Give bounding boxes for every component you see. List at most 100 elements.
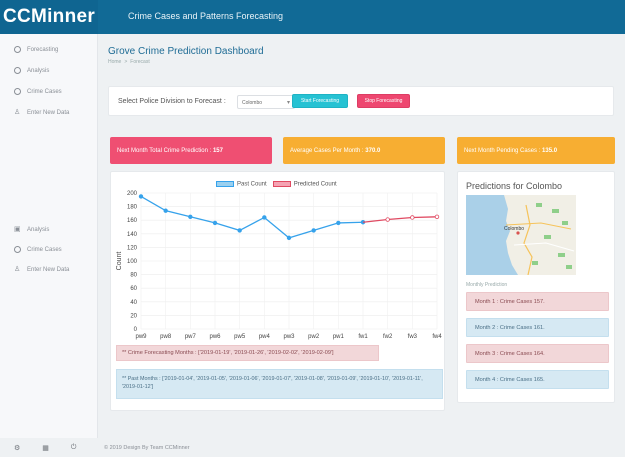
sidebar-item-label: Enter New Data	[27, 266, 70, 273]
app-title: Crime Cases and Patterns Forecasting	[128, 11, 284, 21]
data-point-predicted	[385, 217, 390, 222]
y-tick-label: 160	[127, 218, 138, 224]
start-forecasting-button[interactable]: Start Forecasting	[292, 94, 348, 108]
clock-icon	[14, 46, 21, 53]
y-tick-label: 140	[127, 232, 138, 238]
y-axis-title: Count	[116, 252, 123, 271]
monthly-prediction-label: Monthly Prediction	[466, 282, 508, 288]
footer	[0, 438, 625, 457]
x-tick-label: pw7	[185, 334, 197, 340]
y-tick-label: 180	[127, 205, 138, 211]
sidebar-item-label: Crime Cases	[27, 246, 62, 253]
x-tick-label: fw3	[408, 334, 418, 340]
x-tick-label: fw2	[383, 334, 393, 340]
stat-label: Average Cases Per Month :	[290, 147, 364, 154]
sidebar: Forecasting Analysis Crime Cases ♙ Enter…	[0, 34, 98, 438]
logo-text: CCMinner	[2, 6, 96, 27]
stat-pending-cases: Next Month Pending Cases : 135.0	[457, 137, 615, 164]
data-point-past	[163, 208, 168, 213]
x-tick-label: fw1	[358, 334, 368, 340]
user-add-icon: ♙	[14, 266, 21, 273]
x-tick-label: pw1	[333, 334, 345, 340]
clock-icon	[14, 67, 21, 74]
series-line-predicted	[362, 216, 438, 223]
y-tick-label: 60	[130, 286, 137, 292]
y-tick-label: 100	[127, 259, 138, 265]
x-tick-label: pw4	[259, 334, 271, 340]
clock-icon	[14, 246, 21, 253]
sidebar-item-label: Analysis	[27, 226, 50, 233]
x-tick-label: fw4	[432, 334, 442, 340]
stop-forecasting-button[interactable]: Stop Forecasting	[357, 94, 410, 108]
month-prediction-2: Month 2 : Crime Cases 161.	[466, 318, 609, 337]
predictions-title: Predictions for Colombo	[466, 181, 563, 191]
month-prediction-4: Month 4 : Crime Cases 165.	[466, 370, 609, 389]
sidebar-item-forecasting[interactable]: Forecasting	[14, 46, 58, 53]
sidebar-item-label: Analysis	[27, 67, 50, 74]
footer-icons: ⚙ ▦ ⏻	[14, 444, 76, 452]
chart-legend: Past Count Predicted Count	[216, 181, 337, 188]
forecast-line-chart: 0 20 40 60 80 100 120 140 160 180 200 pw9 pw8 pw7 pw6 p…	[116, 191, 442, 340]
breadcrumb-current: Forecast	[130, 59, 150, 65]
forecast-months-note: ** Crime Forecasting Months : ['2019-01-…	[116, 345, 379, 361]
top-bar: CCMinner Crime Cases and Patterns Foreca…	[0, 0, 625, 34]
data-point-predicted	[434, 214, 440, 219]
map-city-label: Colombo	[504, 226, 525, 232]
app-logo[interactable]: CCMinner	[0, 0, 98, 34]
x-tick-label: pw9	[135, 334, 147, 340]
clock-icon	[14, 88, 21, 95]
month-prediction-1: Month 1 : Crime Cases 157.	[466, 292, 609, 311]
stat-value: 157	[212, 147, 223, 154]
grid-icon[interactable]: ▦	[42, 444, 49, 452]
sidebar-item-enter-new-data-2[interactable]: ♙ Enter New Data	[14, 266, 69, 273]
x-tick-label: pw5	[234, 334, 246, 340]
month-prediction-3: Month 3 : Crime Cases 164.	[466, 344, 609, 363]
data-point-predicted	[410, 215, 415, 220]
footer-copyright: © 2019 Design By Team CCMinner	[104, 445, 190, 451]
chevron-down-icon: ▾	[286, 100, 290, 106]
x-tick-label: pw2	[308, 334, 320, 340]
user-add-icon: ♙	[14, 109, 21, 116]
stat-label: Next Month Pending Cases :	[464, 147, 541, 154]
legend-item-past[interactable]: Past Count	[216, 181, 267, 188]
division-select-value: Colombo	[242, 100, 263, 106]
stat-label: Next Month Total Crime Prediction :	[117, 147, 212, 154]
division-select[interactable]: Colombo ▾	[237, 95, 295, 109]
settings-icon[interactable]: ⚙	[14, 444, 20, 452]
stat-total-prediction: Next Month Total Crime Prediction : 157	[110, 137, 272, 164]
y-tick-label: 0	[134, 327, 138, 333]
stat-average-cases: Average Cases Per Month : 370.0	[283, 137, 445, 164]
data-point-past	[188, 214, 193, 219]
data-point-past	[237, 228, 242, 233]
past-months-note: ** Past Months : ['2019-01-04', '2019-01…	[116, 369, 443, 399]
data-point-past	[138, 194, 144, 199]
series-line-past	[140, 195, 364, 239]
legend-label: Past Count	[237, 181, 267, 188]
y-tick-label: 20	[130, 313, 137, 319]
data-point-past	[212, 220, 218, 226]
data-point-past	[262, 215, 267, 220]
division-select-panel: Select Police Division to Forecast : Col…	[108, 86, 614, 116]
x-tick-label: pw8	[160, 334, 172, 340]
page-title: Grove Crime Prediction Dashboard	[108, 46, 264, 57]
sidebar-item-analysis[interactable]: Analysis	[14, 67, 49, 74]
data-point-past	[286, 235, 292, 241]
sidebar-item-crime-cases[interactable]: Crime Cases	[14, 88, 62, 95]
data-point-past	[311, 228, 316, 233]
y-tick-label: 120	[127, 245, 138, 251]
stat-value: 370.0	[365, 147, 381, 154]
legend-item-predicted[interactable]: Predicted Count	[272, 181, 337, 188]
sidebar-item-crime-cases-2[interactable]: Crime Cases	[14, 246, 62, 253]
sidebar-item-label: Crime Cases	[27, 88, 62, 95]
x-tick-label: pw6	[209, 334, 221, 340]
sidebar-item-analysis-2[interactable]: ▣ Analysis	[14, 226, 49, 233]
y-tick-label: 80	[130, 273, 137, 279]
y-tick-label: 40	[130, 300, 137, 306]
breadcrumb-home[interactable]: Home	[108, 59, 121, 65]
forecast-chart-panel: 0 20 40 60 80 100 120 140 160 180 200 pw9 pw8 pw7 pw6 p…	[110, 171, 445, 411]
division-map[interactable]: Colombo	[466, 195, 576, 275]
sidebar-item-enter-new-data[interactable]: ♙ Enter New Data	[14, 109, 69, 116]
y-tick-label: 200	[127, 191, 138, 197]
power-icon[interactable]: ⏻	[71, 444, 77, 452]
sidebar-item-label: Enter New Data	[27, 109, 70, 116]
